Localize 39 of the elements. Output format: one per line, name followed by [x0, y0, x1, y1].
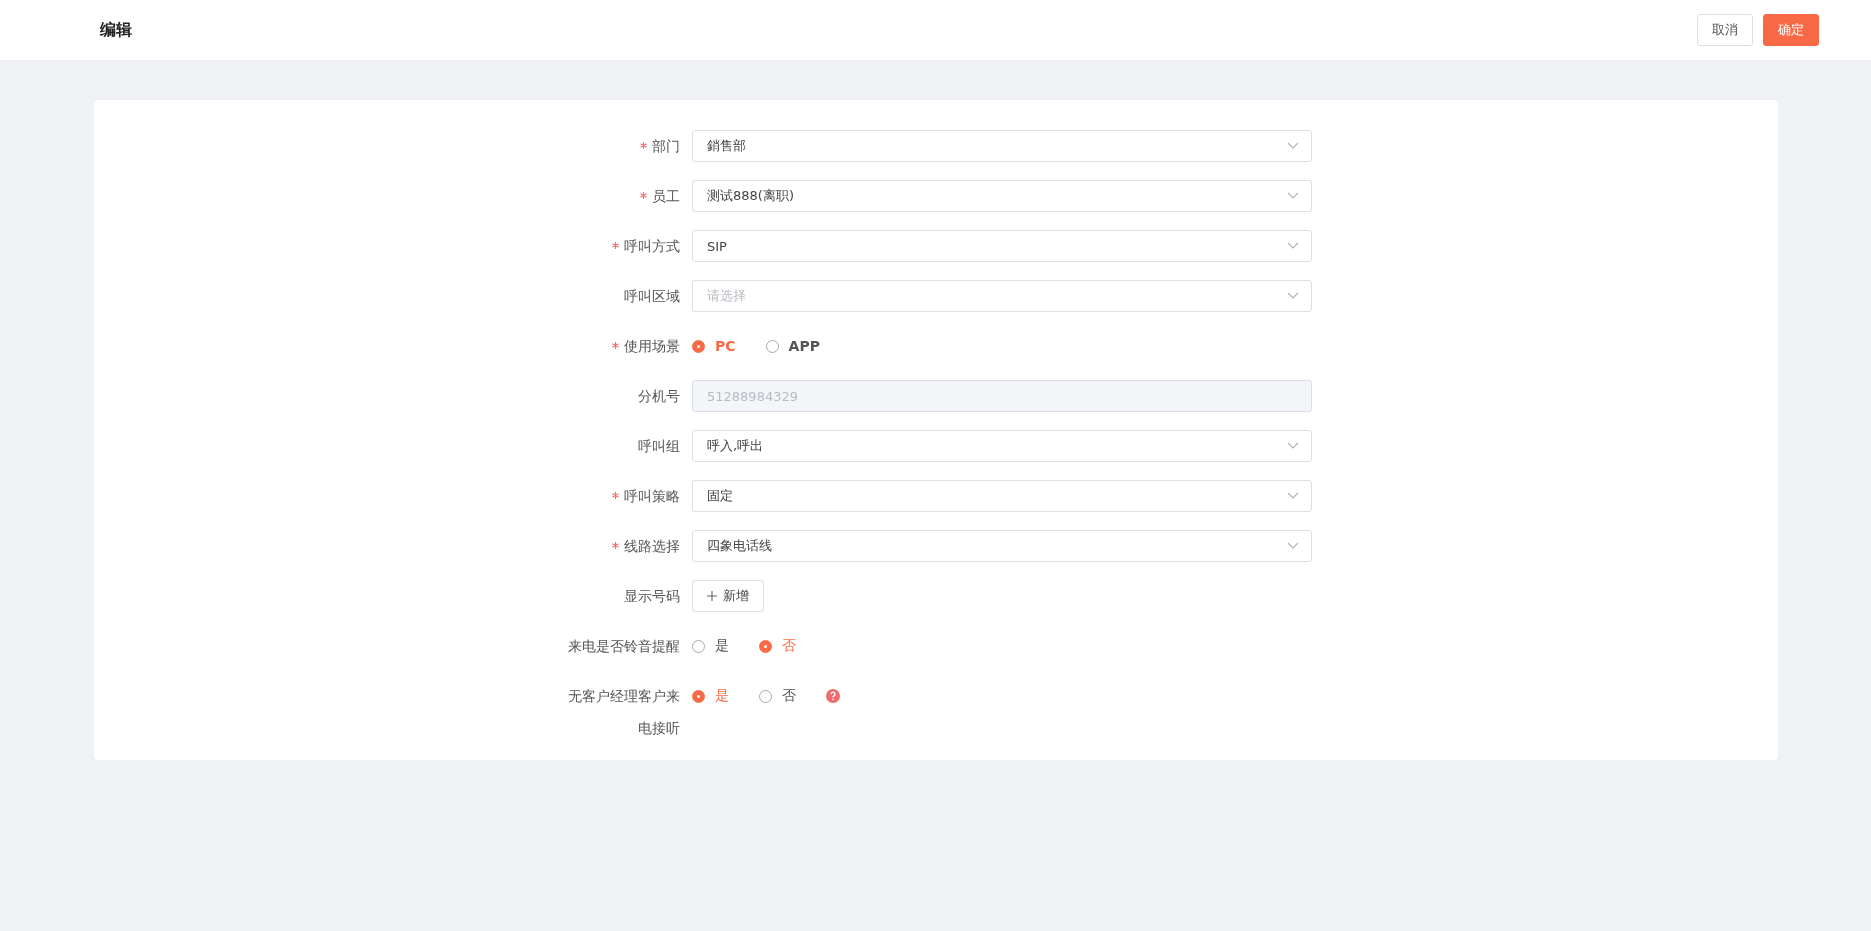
required-asterisk-icon [612, 241, 619, 249]
field-label: 分机号 [637, 387, 680, 406]
field-label: 呼叫区域 [623, 287, 680, 306]
chevron-down-icon [1287, 242, 1299, 250]
required-asterisk-icon [640, 141, 647, 149]
chevron-down-icon [1287, 492, 1299, 500]
chevron-down-icon [1287, 192, 1299, 200]
cancel-button[interactable]: 取消 [1697, 14, 1753, 46]
field-label: 部门 [560, 130, 680, 162]
required-asterisk-icon [612, 541, 619, 549]
chevron-down-icon [1287, 142, 1299, 150]
select-field[interactable]: 固定 [692, 480, 1312, 512]
field-label: 来电是否铃音提醒 [567, 637, 680, 656]
field-label: 呼叫组 [637, 437, 680, 456]
page-title: 编辑 [100, 19, 132, 41]
required-asterisk-icon [612, 341, 619, 349]
required-asterisk-icon [612, 491, 619, 499]
field-label: 线路选择 [560, 530, 680, 562]
radio-option[interactable]: 否 [759, 687, 796, 705]
select-field[interactable]: 銷售部 [692, 130, 1312, 162]
field-label: 员工 [560, 180, 680, 212]
field-label: 呼叫策略 [560, 480, 680, 512]
select-field[interactable]: 测试888(离职) [692, 180, 1312, 212]
chevron-down-icon [1287, 292, 1299, 300]
chevron-down-icon [1287, 442, 1299, 450]
add-button[interactable]: 新增 [692, 580, 764, 612]
radio-option[interactable]: APP [765, 338, 820, 354]
chevron-down-icon [1287, 542, 1299, 550]
plus-icon [707, 591, 717, 601]
select-field[interactable]: SIP [692, 230, 1312, 262]
required-asterisk-icon [640, 191, 647, 199]
help-icon[interactable] [826, 689, 840, 703]
field-label: 显示号码 [623, 587, 680, 606]
field-label: 呼叫方式 [560, 230, 680, 262]
radio-option[interactable]: 是 [692, 637, 729, 655]
field-label: 使用场景 [560, 330, 680, 362]
field-label: 无客户经理客户来电接听 [567, 687, 680, 738]
select-field[interactable]: 四象电话线 [692, 530, 1312, 562]
select-field[interactable]: 呼入,呼出 [692, 430, 1312, 462]
